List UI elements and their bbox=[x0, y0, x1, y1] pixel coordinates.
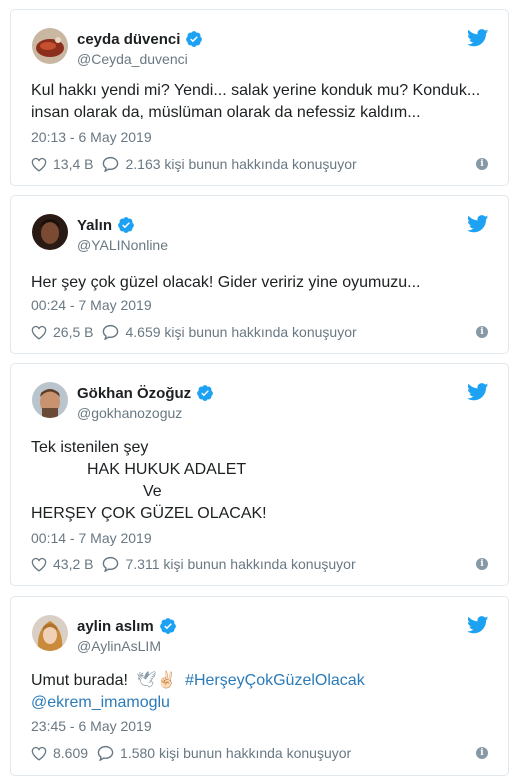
tweet-text: HERŞEY ÇOK GÜZEL OLACAK! bbox=[31, 505, 267, 522]
tweet-text: Kul hakkı yendi mi? Yendi... salak yerin… bbox=[31, 82, 481, 99]
conversation-text[interactable]: 7.311 kişi bunun hakkında konuşuyor bbox=[125, 556, 355, 572]
mention-link[interactable]: @ekrem_imamoglu bbox=[31, 692, 365, 714]
tweet-card: Gökhan Özoğuz @gokhanozoguz Tek istenile… bbox=[10, 363, 509, 586]
tweet-card: Yalın @YALINonline Her şey çok güzel ola… bbox=[10, 195, 509, 354]
heart-icon[interactable] bbox=[31, 746, 47, 761]
twitter-bird-icon[interactable] bbox=[467, 29, 489, 47]
avatar[interactable] bbox=[32, 382, 68, 418]
conversation-text[interactable]: 4.659 kişi bunun hakkında konuşuyor bbox=[125, 324, 356, 340]
author-handle[interactable]: @Ceyda_duvenci bbox=[77, 51, 188, 67]
tweet-timestamp[interactable]: 20:13 - 6 May 2019 bbox=[31, 129, 152, 145]
tweet-timestamp[interactable]: 00:14 - 7 May 2019 bbox=[31, 530, 152, 546]
author-name[interactable]: aylin aslım bbox=[77, 618, 154, 635]
hashtag-link[interactable]: #HerşeyÇokGüzelOlacak bbox=[185, 672, 365, 689]
author-handle[interactable]: @gokhanozoguz bbox=[77, 405, 182, 421]
verified-badge-icon bbox=[159, 618, 176, 634]
like-count[interactable]: 8.609 bbox=[53, 745, 88, 761]
tweet-card: ceyda düvenci @Ceyda_duvenci Kul hakkı y… bbox=[10, 9, 509, 186]
verified-badge-icon bbox=[118, 217, 134, 233]
comment-bubble-icon[interactable] bbox=[102, 324, 119, 340]
info-icon[interactable]: i bbox=[476, 158, 488, 170]
tweet-text: Ve bbox=[143, 483, 162, 500]
conversation-text[interactable]: 1.580 kişi bunun hakkında konuşuyor bbox=[120, 745, 351, 761]
verified-badge-icon bbox=[186, 31, 203, 47]
comment-bubble-icon[interactable] bbox=[102, 156, 119, 172]
author-name[interactable]: Gökhan Özoğuz bbox=[77, 385, 191, 402]
avatar[interactable] bbox=[32, 214, 68, 250]
heart-icon[interactable] bbox=[31, 157, 47, 172]
like-count[interactable]: 26,5 B bbox=[53, 324, 93, 340]
tweet-timestamp[interactable]: 00:24 - 7 May 2019 bbox=[31, 297, 152, 313]
tweet-text: Tek istenilen şey bbox=[31, 439, 149, 456]
conversation-text[interactable]: 2.163 kişi bunun hakkında konuşuyor bbox=[125, 156, 356, 172]
avatar[interactable] bbox=[32, 615, 68, 651]
heart-icon[interactable] bbox=[31, 557, 47, 572]
tweet-text: Umut burada! bbox=[31, 672, 128, 689]
emoji: 🕊✌🏻 bbox=[136, 670, 177, 689]
twitter-bird-icon[interactable] bbox=[467, 383, 489, 401]
comment-bubble-icon[interactable] bbox=[102, 556, 119, 572]
tweet-text: insan olarak da, müslüman olarak da nefe… bbox=[31, 104, 421, 121]
tweet-card: aylin aslım @AylinAsLIM Umut burada! 🕊✌🏻… bbox=[10, 596, 509, 776]
info-icon[interactable]: i bbox=[476, 747, 488, 759]
tweet-text: HAK HUKUK ADALET bbox=[87, 461, 247, 478]
twitter-bird-icon[interactable] bbox=[467, 215, 489, 233]
like-count[interactable]: 43,2 B bbox=[53, 556, 93, 572]
avatar[interactable] bbox=[32, 28, 68, 64]
tweet-text: Her şey çok güzel olacak! Gider veririz … bbox=[31, 274, 421, 291]
info-icon[interactable]: i bbox=[476, 558, 488, 570]
like-count[interactable]: 13,4 B bbox=[53, 156, 93, 172]
heart-icon[interactable] bbox=[31, 325, 47, 340]
tweet-timestamp[interactable]: 23:45 - 6 May 2019 bbox=[31, 718, 152, 734]
author-name[interactable]: Yalın bbox=[77, 217, 112, 234]
info-icon[interactable]: i bbox=[476, 326, 488, 338]
verified-badge-icon bbox=[197, 385, 214, 401]
twitter-bird-icon[interactable] bbox=[467, 616, 489, 634]
author-handle[interactable]: @AylinAsLIM bbox=[77, 638, 161, 654]
author-handle[interactable]: @YALINonline bbox=[77, 237, 168, 253]
comment-bubble-icon[interactable] bbox=[97, 745, 114, 761]
author-name[interactable]: ceyda düvenci bbox=[77, 31, 180, 48]
